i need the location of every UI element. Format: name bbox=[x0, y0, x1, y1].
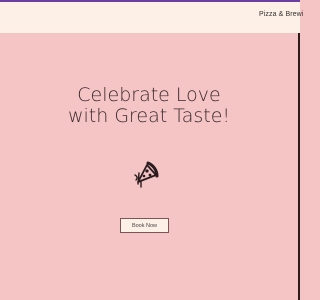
headline-line-2: with Great Taste! bbox=[67, 105, 231, 127]
page-edge-divider bbox=[298, 33, 300, 300]
hero-headline: Celebrate Love with Great Taste! bbox=[0, 85, 298, 127]
hero-section: Celebrate Love with Great Taste! Book No… bbox=[0, 33, 298, 300]
headline-line-1: Celebrate Love bbox=[77, 84, 221, 106]
pizza-slice-icon bbox=[130, 160, 160, 190]
book-now-button[interactable]: Book Now bbox=[120, 218, 169, 233]
top-header: Pizza & Brewi bbox=[0, 0, 303, 33]
page: Pizza & Brewi Celebrate Love with Great … bbox=[0, 0, 303, 300]
nav-menu-item[interactable]: Pizza & Brewi bbox=[259, 11, 303, 18]
